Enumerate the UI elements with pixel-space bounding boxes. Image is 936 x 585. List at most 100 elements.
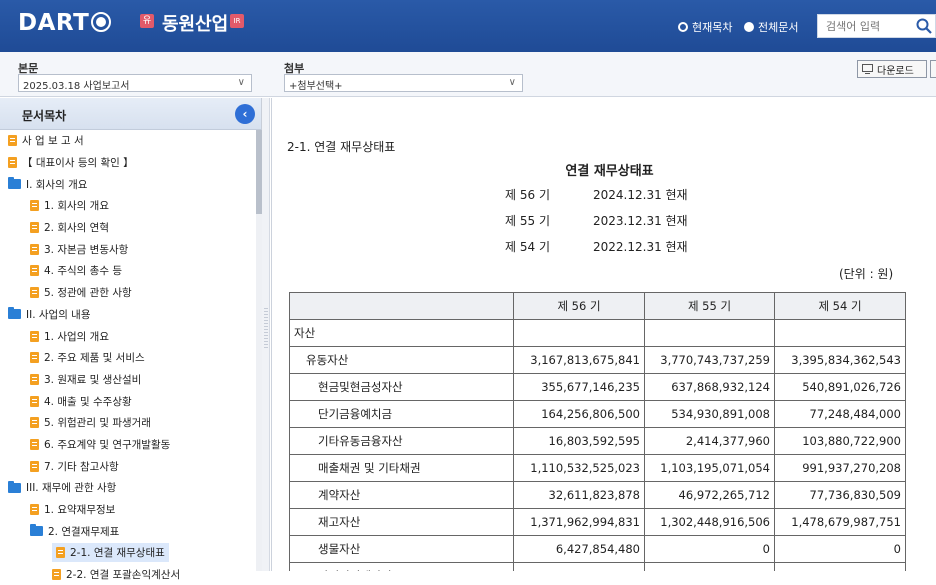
amount-cell: 3,395,834,362,543 <box>774 346 906 374</box>
document-icon <box>30 438 39 450</box>
document-icon <box>56 547 65 559</box>
toc-item[interactable]: III. 재무에 관한 사항 <box>0 477 256 499</box>
toc-item[interactable]: I. 회사의 개요 <box>0 173 256 195</box>
amount-cell: 32,611,823,878 <box>513 481 645 509</box>
document-icon <box>30 352 39 364</box>
statement-title: 연결 재무상태표 <box>565 164 654 179</box>
toc-item[interactable]: 2-2. 연결 포괄손익계산서 <box>0 564 256 585</box>
toc-item[interactable]: 1. 사업의 개요 <box>0 325 256 347</box>
toc-item[interactable]: 3. 자본금 변동사항 <box>0 238 256 260</box>
toc-item[interactable]: 2. 연결재무제표 <box>0 520 256 542</box>
toc-item[interactable]: 1. 회사의 개요 <box>0 195 256 217</box>
toc-item-label: 2. 주요 제품 및 서비스 <box>44 352 145 365</box>
toc-sidebar: 문서목차 ‹ 사 업 보 고 서 【 대표이사 등의 확인 】 I. 회사의 개요 1… <box>0 98 262 581</box>
amount-cell: 1,418,546,848 <box>644 562 775 571</box>
toc-item[interactable]: 2. 회사의 연혁 <box>0 217 256 239</box>
radio-current-toc[interactable]: 현재목차 <box>678 19 732 35</box>
amount-cell: 1,371,962,994,831 <box>513 508 645 536</box>
amount-cell <box>513 319 645 347</box>
document-icon <box>30 222 39 234</box>
radio-all-docs[interactable]: 전체문서 <box>744 19 798 35</box>
account-name-cell: 기타유동금융자산 <box>289 427 514 455</box>
radio-selected-icon[interactable] <box>744 22 754 32</box>
toc-item-label: 3. 자본금 변동사항 <box>44 243 129 256</box>
table-row: 매출채권 및 기타채권 1,110,532,525,023 1,103,195,07… <box>289 454 906 482</box>
toc-item-label: III. 재무에 관한 사항 <box>26 482 117 495</box>
account-name-cell: 자산 <box>289 319 514 347</box>
table-row: 자산 <box>289 319 906 347</box>
toc-item-label: 【 대표이사 등의 확인 】 <box>22 157 134 170</box>
folder-icon <box>30 524 43 537</box>
download-button[interactable]: 다운로드 <box>857 60 927 78</box>
extra-button[interactable] <box>930 60 936 78</box>
amount-cell: 6,427,854,480 <box>513 535 645 563</box>
folder-icon <box>8 307 21 320</box>
toc-item[interactable]: 【 대표이사 등의 확인 】 <box>0 152 256 174</box>
account-name-cell: 계약자산 <box>289 481 514 509</box>
folder-icon <box>8 177 21 190</box>
amount-cell: 637,868,932,124 <box>644 373 775 401</box>
toc-item-label: 1. 회사의 개요 <box>44 200 109 213</box>
amount-cell: 355,677,146,235 <box>513 373 645 401</box>
toc-item-label: 4. 매출 및 수주상황 <box>44 395 132 408</box>
ir-badge[interactable]: IR <box>230 14 244 28</box>
document-icon <box>8 135 17 147</box>
download-icon <box>862 64 873 74</box>
search-box[interactable] <box>817 14 936 38</box>
table-row: 유동자산 3,167,813,675,841 3,770,743,737,259 3,… <box>289 346 906 374</box>
document-selector-bar: 본문 2025.03.18 사업보고서 ∨ 첨부 +첨부선택+ ∨ 다운로드 <box>0 52 936 97</box>
toc-item[interactable]: 1. 요약재무정보 <box>0 499 256 521</box>
amount-cell: 77,736,830,509 <box>774 481 906 509</box>
table-row: 생물자산 6,427,854,480 0 0 <box>289 535 906 563</box>
toc-item[interactable]: 4. 주식의 총수 등 <box>0 260 256 282</box>
toc-title: 문서목차 <box>22 109 67 123</box>
toc-item-label: 5. 정관에 관한 사항 <box>44 287 132 300</box>
toc-tree: 사 업 보 고 서 【 대표이사 등의 확인 】 I. 회사의 개요 1. 회사의 개… <box>0 130 256 585</box>
toc-item[interactable]: 2. 주요 제품 및 서비스 <box>0 347 256 369</box>
amount-cell: 46,972,265,712 <box>644 481 775 509</box>
table-row: 계약자산 32,611,823,878 46,972,265,712 77,736,8… <box>289 481 906 509</box>
toc-item-label: 7. 기타 참고사항 <box>44 460 119 473</box>
toc-item[interactable]: 사 업 보 고 서 <box>0 130 256 152</box>
toc-item[interactable]: 7. 기타 참고사항 <box>0 455 256 477</box>
download-label: 다운로드 <box>877 65 914 77</box>
search-input[interactable] <box>818 15 908 37</box>
amount-cell: 1,478,679,987,751 <box>774 508 906 536</box>
collapse-sidebar-icon[interactable]: ‹ <box>235 104 255 124</box>
period-label: 제 56 기 <box>505 188 550 202</box>
amount-cell: 77,248,484,000 <box>774 400 906 428</box>
toc-item[interactable]: II. 사업의 내용 <box>0 304 256 326</box>
amount-cell: 534,930,891,008 <box>644 400 775 428</box>
amount-cell: 2,414,377,960 <box>644 427 775 455</box>
radio-unselected-icon[interactable] <box>678 22 688 32</box>
document-icon <box>30 243 39 255</box>
company-badge: 유 <box>140 14 154 28</box>
period-line: 제 54 기 2022.12.31 현재 <box>505 238 688 255</box>
dart-logo[interactable]: DART <box>18 10 112 36</box>
period-date: 2022.12.31 현재 <box>593 240 688 254</box>
attach-select-value: +첨부선택+ <box>289 81 343 92</box>
toc-item[interactable]: 4. 매출 및 수주상황 <box>0 390 256 412</box>
amount-cell: 164,256,806,500 <box>513 400 645 428</box>
toc-item-label: 2-2. 연결 포괄손익계산서 <box>66 569 181 582</box>
toc-item-label: 사 업 보 고 서 <box>22 135 84 148</box>
amount-cell <box>644 319 775 347</box>
search-icon[interactable] <box>915 17 933 35</box>
toc-item[interactable]: 3. 원재료 및 생산설비 <box>0 369 256 391</box>
pane-splitter[interactable] <box>262 98 270 571</box>
toc-item[interactable]: 5. 위험관리 및 파생거래 <box>0 412 256 434</box>
account-name-cell: 생물자산 <box>289 535 514 563</box>
unit-label: (단위 : 원) <box>839 267 894 281</box>
company-name[interactable]: 동원산업 <box>162 10 228 36</box>
main-doc-select[interactable]: 2025.03.18 사업보고서 ∨ <box>18 74 252 92</box>
amount-cell: 1,103,195,071,054 <box>644 454 775 482</box>
toc-item[interactable]: 2-1. 연결 재무상태표 <box>0 542 256 564</box>
toc-item[interactable]: 6. 주요계약 및 연구개발활동 <box>0 434 256 456</box>
toc-item[interactable]: 5. 정관에 관한 사항 <box>0 282 256 304</box>
splitter-grip-icon[interactable] <box>264 308 268 348</box>
account-name-cell: 매출채권 및 기타채권 <box>289 454 514 482</box>
column-header <box>289 292 514 320</box>
attach-select[interactable]: +첨부선택+ ∨ <box>284 74 523 92</box>
document-icon <box>30 330 39 342</box>
dart-logo-mark-icon <box>91 12 112 32</box>
